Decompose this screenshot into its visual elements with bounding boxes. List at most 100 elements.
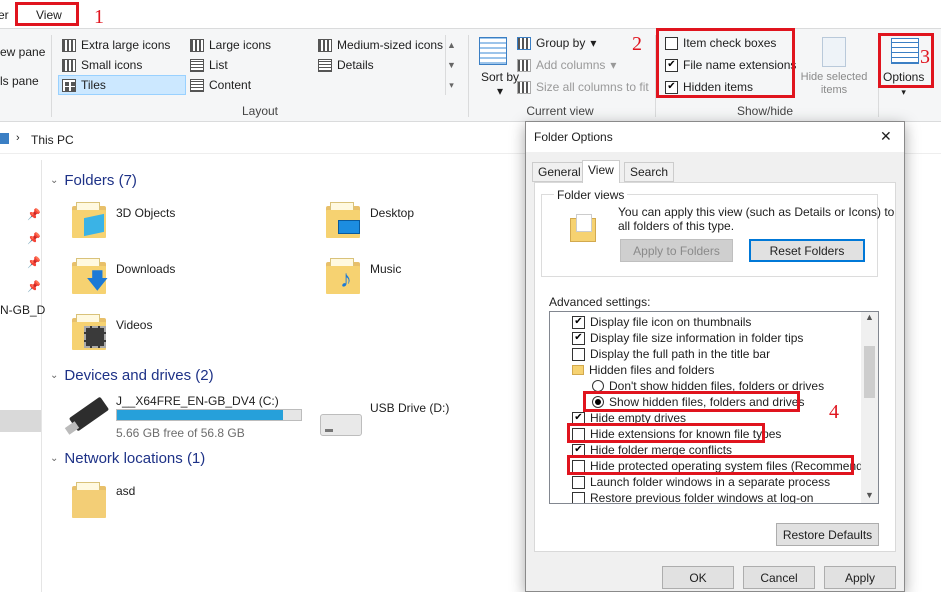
- folder-item-label[interactable]: Music: [370, 262, 401, 276]
- scroll-down-icon[interactable]: ▼: [865, 490, 874, 500]
- folders-section-header[interactable]: ⌄ Folders (7): [50, 172, 137, 189]
- layout-label: List: [209, 58, 228, 72]
- layout-extra-large-icons[interactable]: Extra large icons: [62, 38, 170, 52]
- computer-icon: [0, 133, 9, 144]
- group-by-button[interactable]: Group by ▾: [517, 36, 596, 50]
- chevron-down-icon: ⌄: [50, 175, 59, 186]
- breadcrumb-separator-icon: ›: [16, 132, 20, 144]
- adv-item-label: Restore previous folder windows at log-o…: [590, 491, 814, 504]
- adv-item-label: Launch folder windows in a separate proc…: [590, 475, 831, 489]
- divider: [51, 35, 52, 117]
- scroll-thumb[interactable]: [864, 346, 875, 398]
- layout-details[interactable]: Details: [318, 58, 374, 72]
- checkbox[interactable]: ✔: [572, 315, 585, 329]
- tab-previous[interactable]: er: [0, 8, 9, 22]
- layout-label: Tiles: [81, 78, 106, 92]
- tab-search[interactable]: Search: [624, 162, 675, 182]
- breadcrumb-this-pc[interactable]: This PC: [31, 133, 74, 147]
- ok-button[interactable]: OK: [662, 566, 734, 589]
- annotation-box-show-hide: [656, 28, 795, 98]
- annotation-box-view-tab: [15, 2, 79, 26]
- folder-item-label[interactable]: Videos: [116, 318, 152, 332]
- nav-item-drive[interactable]: N-GB_D: [0, 303, 45, 317]
- folder-3d-objects-icon: [72, 202, 106, 238]
- checkbox[interactable]: [572, 347, 585, 361]
- dialog-title-bar[interactable]: Folder Options ✕: [526, 122, 904, 152]
- divider: [468, 35, 469, 117]
- folder-item-label[interactable]: 3D Objects: [116, 206, 175, 220]
- checkbox[interactable]: [572, 491, 585, 503]
- layout-scroll[interactable]: ▲ ▼ ▾: [445, 35, 457, 95]
- apply-button[interactable]: Apply: [824, 566, 896, 589]
- folder-options-dialog: Folder Options ✕ General Search View Fol…: [525, 121, 905, 592]
- devices-header-label: Devices and drives (2): [64, 367, 214, 384]
- layout-label: Extra large icons: [81, 38, 171, 52]
- annotation-number-1: 1: [94, 6, 104, 28]
- adv-item[interactable]: Launch folder windows in a separate proc…: [572, 474, 830, 490]
- layout-label: Small icons: [81, 58, 143, 72]
- apply-to-folders-button[interactable]: Apply to Folders: [620, 239, 733, 262]
- layout-list[interactable]: List: [190, 58, 228, 72]
- checkbox[interactable]: [572, 475, 585, 489]
- folder-views-icon: [570, 214, 596, 244]
- layout-small-icons[interactable]: Small icons: [62, 58, 142, 72]
- annotation-box-show-hidden: [583, 391, 800, 412]
- size-columns-label: Size all columns to fit: [536, 80, 649, 94]
- folders-header-label: Folders (7): [64, 172, 137, 189]
- cancel-button[interactable]: Cancel: [743, 566, 815, 589]
- restore-defaults-button[interactable]: Restore Defaults: [776, 523, 879, 546]
- adv-item[interactable]: ✔ Display file size information in folder…: [572, 330, 803, 346]
- advanced-scrollbar[interactable]: ▲ ▼: [861, 312, 878, 503]
- layout-large-icons[interactable]: Large icons: [190, 38, 271, 52]
- tab-general[interactable]: General: [532, 162, 587, 182]
- add-columns-icon: [517, 58, 531, 72]
- folder-item-label[interactable]: Downloads: [116, 262, 175, 276]
- sort-by-button[interactable]: Sort by ▾: [481, 70, 519, 98]
- reset-folders-button[interactable]: Reset Folders: [749, 239, 865, 262]
- close-icon[interactable]: ✕: [880, 128, 892, 145]
- folder-item-label[interactable]: Desktop: [370, 206, 414, 220]
- hide-selected-icon: [822, 37, 846, 67]
- layout-label: Content: [209, 78, 252, 92]
- drive-c-usage-fill: [117, 410, 283, 420]
- adv-folder-group: Hidden files and folders: [572, 362, 714, 378]
- adv-item[interactable]: Display the full path in the title bar: [572, 346, 770, 362]
- network-item-label[interactable]: asd: [116, 484, 135, 498]
- tab-view[interactable]: View: [582, 160, 620, 183]
- pin-icon: 📌: [27, 257, 41, 269]
- pin-icon: 📌: [27, 209, 41, 221]
- layout-medium-icons[interactable]: Medium-sized icons: [318, 38, 443, 52]
- large-icons-icon: [190, 38, 204, 52]
- layout-content[interactable]: Content: [190, 78, 251, 92]
- checkbox[interactable]: ✔: [572, 331, 585, 345]
- adv-item[interactable]: Restore previous folder windows at log-o…: [572, 490, 814, 504]
- size-all-columns-button[interactable]: Size all columns to fit: [517, 80, 649, 94]
- current-view-group-label: Current view: [526, 104, 594, 118]
- add-columns-button[interactable]: Add columns ▾: [517, 58, 616, 72]
- layout-group-label: Layout: [241, 104, 279, 118]
- folder-downloads-icon: 🡇: [72, 258, 109, 294]
- navigation-pane-button[interactable]: ew pane: [0, 45, 45, 59]
- details-pane-button[interactable]: ls pane: [0, 74, 39, 88]
- layout-tiles[interactable]: Tiles: [58, 75, 186, 95]
- adv-item-label: Hidden files and folders: [589, 363, 715, 377]
- folder-desktop-icon: [326, 202, 360, 238]
- layout-label: Details: [337, 58, 374, 72]
- drive-d-name[interactable]: USB Drive (D:): [370, 401, 449, 415]
- devices-section-header[interactable]: ⌄ Devices and drives (2): [50, 367, 214, 384]
- folder-views-text-1: You can apply this view (such as Details…: [618, 205, 895, 219]
- nav-item-selected[interactable]: [0, 410, 41, 432]
- folder-music-icon: ♪: [326, 258, 360, 294]
- adv-item[interactable]: ✔ Display file icon on thumbnails: [572, 314, 751, 330]
- show-hide-group-label: Show/hide: [736, 104, 794, 118]
- drive-c-name[interactable]: J__X64FRE_EN-GB_DV4 (C:): [116, 394, 279, 408]
- ribbon-tab-bar: er View: [0, 0, 941, 28]
- hide-selected-button[interactable]: Hide selected items: [796, 71, 872, 97]
- network-header-label: Network locations (1): [64, 450, 206, 467]
- scroll-up-icon[interactable]: ▲: [865, 312, 874, 322]
- network-section-header[interactable]: ⌄ Network locations (1): [50, 450, 205, 467]
- annotation-number-2: 2: [632, 33, 642, 55]
- list-icon: [190, 58, 204, 72]
- layout-label: Medium-sized icons: [337, 38, 444, 52]
- annotation-number-4: 4: [829, 401, 839, 423]
